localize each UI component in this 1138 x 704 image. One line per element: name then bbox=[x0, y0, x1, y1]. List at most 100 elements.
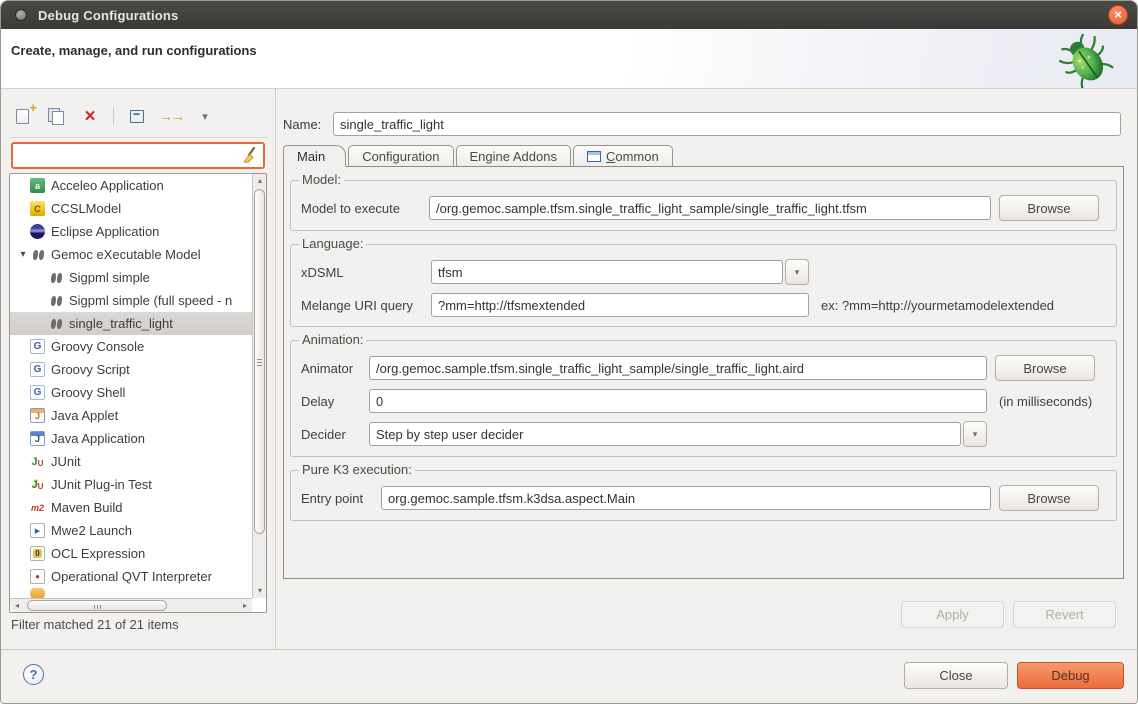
tree-item[interactable]: Groovy Shell bbox=[10, 381, 252, 404]
filter-input[interactable] bbox=[17, 145, 241, 166]
java-applet-icon bbox=[30, 408, 45, 423]
tree-item[interactable]: OCL Expression bbox=[10, 542, 252, 565]
animator-browse-button[interactable]: Browse bbox=[995, 355, 1095, 381]
close-window-button[interactable]: × bbox=[1108, 5, 1128, 25]
tree-item[interactable]: Java Applet bbox=[10, 404, 252, 427]
tree-item[interactable]: Mwe2 Launch bbox=[10, 519, 252, 542]
entry-point-label: Entry point bbox=[301, 491, 375, 506]
configuration-detail-panel: Name: Main Configuration Engine Addons C… bbox=[283, 89, 1131, 649]
animation-group: Animation: Animator Browse Delay (in mil… bbox=[290, 340, 1117, 457]
panel-divider[interactable] bbox=[275, 89, 276, 649]
delay-label: Delay bbox=[301, 394, 363, 409]
model-group: Model: Model to execute Browse bbox=[290, 180, 1117, 231]
tree-horizontal-scrollbar[interactable]: ◂ ▸ bbox=[10, 598, 252, 612]
tree-item-label: JUnit Plug-in Test bbox=[51, 477, 152, 492]
tree-item[interactable]: Java Application bbox=[10, 427, 252, 450]
tree-item[interactable]: JUnit bbox=[10, 450, 252, 473]
tree-item[interactable]: Operational QVT Interpreter bbox=[10, 565, 252, 588]
expand-arrow-icon[interactable]: ▾ bbox=[16, 249, 30, 260]
junit-icon bbox=[30, 454, 45, 469]
tree-item[interactable]: CCSLModel bbox=[10, 197, 252, 220]
java-app-icon bbox=[30, 431, 45, 446]
toolbar-menu-chevron-icon[interactable]: ▾ bbox=[194, 105, 216, 127]
delete-configuration-icon[interactable]: × bbox=[79, 105, 101, 127]
bug-icon bbox=[1059, 32, 1115, 88]
tree-item[interactable]: Eclipse Application bbox=[10, 220, 252, 243]
titlebar[interactable]: Debug Configurations × bbox=[1, 1, 1137, 29]
model-browse-button[interactable]: Browse bbox=[999, 195, 1099, 221]
entry-point-input[interactable] bbox=[381, 486, 991, 510]
entry-point-browse-button[interactable]: Browse bbox=[999, 485, 1099, 511]
groovy-icon bbox=[30, 385, 45, 400]
dialog-subtitle: Create, manage, and run configurations bbox=[11, 43, 257, 58]
qvt-icon bbox=[30, 569, 45, 584]
xdsml-combo-input[interactable] bbox=[431, 260, 783, 284]
name-input[interactable] bbox=[333, 112, 1121, 136]
scroll-right-icon[interactable]: ▸ bbox=[238, 599, 252, 613]
gemoc-icon bbox=[30, 247, 45, 262]
horizontal-scroll-thumb[interactable] bbox=[27, 600, 167, 611]
apply-revert-row: Apply Revert bbox=[901, 601, 1116, 628]
table-icon bbox=[587, 151, 601, 162]
window-icon bbox=[15, 9, 27, 21]
mwe2-icon bbox=[30, 523, 45, 538]
scroll-up-icon[interactable]: ▴ bbox=[253, 174, 267, 188]
tree-item[interactable]: Sigpml simple (full speed - n bbox=[10, 289, 252, 312]
close-button[interactable]: Close bbox=[904, 662, 1008, 689]
decider-combo-input[interactable] bbox=[369, 422, 961, 446]
filter-configurations-icon[interactable]: →→ bbox=[160, 105, 182, 127]
collapse-all-icon[interactable] bbox=[126, 105, 148, 127]
animation-group-legend: Animation: bbox=[299, 332, 366, 347]
gemoc-icon bbox=[48, 270, 63, 285]
acceleo-icon bbox=[30, 178, 45, 193]
toolbar-separator bbox=[113, 107, 114, 125]
tree-item-label: Acceleo Application bbox=[51, 178, 164, 193]
debug-button[interactable]: Debug bbox=[1017, 662, 1124, 689]
xdsml-dropdown-button[interactable]: ▾ bbox=[785, 259, 809, 285]
tree-item[interactable]: JUnit Plug-in Test bbox=[10, 473, 252, 496]
config-toolbar: + × →→ ▾ bbox=[11, 103, 216, 129]
model-to-execute-input[interactable] bbox=[429, 196, 991, 220]
tree-item-label: Sigpml simple (full speed - n bbox=[69, 293, 232, 308]
tree-item[interactable] bbox=[10, 588, 252, 598]
scroll-left-icon[interactable]: ◂ bbox=[10, 599, 24, 613]
vertical-scroll-thumb[interactable] bbox=[254, 189, 265, 534]
melange-uri-input[interactable] bbox=[431, 293, 809, 317]
tree-item-label: OCL Expression bbox=[51, 546, 145, 561]
tree-item-selected[interactable]: single_traffic_light bbox=[10, 312, 252, 335]
launch-configs-panel: + × →→ ▾ Acceleo Application CCSLModel Ecl… bbox=[9, 89, 269, 649]
tab-main[interactable]: Main bbox=[283, 145, 346, 167]
tab-engine-addons[interactable]: Engine Addons bbox=[456, 145, 571, 167]
toolbar-divider bbox=[9, 137, 267, 138]
xdsml-label: xDSML bbox=[301, 265, 425, 280]
duplicate-configuration-icon[interactable] bbox=[45, 105, 67, 127]
delay-input[interactable] bbox=[369, 389, 987, 413]
new-configuration-icon[interactable]: + bbox=[11, 105, 33, 127]
tree-vertical-scrollbar[interactable]: ▴ ▾ bbox=[252, 174, 266, 598]
animator-input[interactable] bbox=[369, 356, 987, 380]
tree-item[interactable]: Sigpml simple bbox=[10, 266, 252, 289]
dialog-content: + × →→ ▾ Acceleo Application CCSLModel Ecl… bbox=[1, 89, 1137, 649]
tab-configuration[interactable]: Configuration bbox=[348, 145, 453, 167]
tree-item[interactable]: Groovy Console bbox=[10, 335, 252, 358]
melange-uri-hint: ex: ?mm=http://yourmetamodelextended bbox=[821, 298, 1054, 313]
groovy-icon bbox=[30, 362, 45, 377]
main-tab-content: Model: Model to execute Browse Language:… bbox=[283, 166, 1124, 579]
model-to-execute-label: Model to execute bbox=[301, 201, 423, 216]
tab-common[interactable]: Common bbox=[573, 145, 673, 167]
help-button[interactable]: ? bbox=[23, 664, 44, 685]
tree-item[interactable]: ▾Gemoc eXecutable Model bbox=[10, 243, 252, 266]
dialog-header: Create, manage, and run configurations bbox=[1, 29, 1137, 89]
tree-item[interactable]: Groovy Script bbox=[10, 358, 252, 381]
tree-item-label: Mwe2 Launch bbox=[51, 523, 132, 538]
scroll-down-icon[interactable]: ▾ bbox=[253, 584, 267, 598]
tree-item-label: CCSLModel bbox=[51, 201, 121, 216]
tree-item[interactable]: Acceleo Application bbox=[10, 174, 252, 197]
tree-item[interactable]: Maven Build bbox=[10, 496, 252, 519]
revert-button[interactable]: Revert bbox=[1013, 601, 1116, 628]
filter-field bbox=[11, 142, 265, 169]
name-label: Name: bbox=[283, 117, 333, 132]
apply-button[interactable]: Apply bbox=[901, 601, 1004, 628]
decider-dropdown-button[interactable]: ▾ bbox=[963, 421, 987, 447]
clear-filter-broom-icon[interactable] bbox=[241, 147, 258, 164]
